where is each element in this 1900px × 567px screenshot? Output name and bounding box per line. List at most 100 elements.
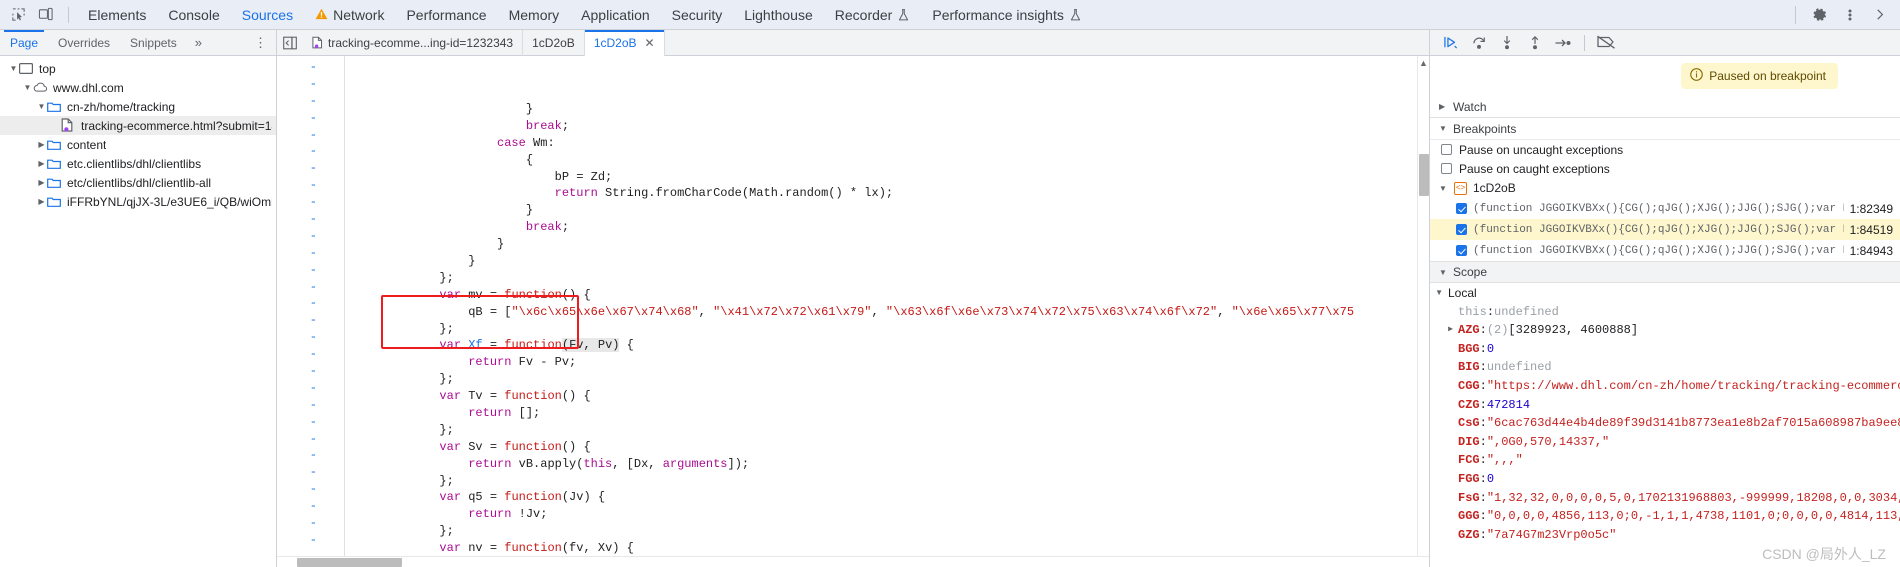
navigator-kebab-icon[interactable]: ⋮ [245, 35, 276, 51]
scope-variable-row[interactable]: FsG: "1,32,32,0,0,0,0,5,0,1702131968803,… [1430, 489, 1900, 508]
scope-variable-value[interactable]: 0 [1487, 340, 1494, 359]
editor-code-area[interactable]: } break; case Wm: { bP = Zd; return Stri… [345, 56, 1417, 556]
scrollbar-thumb[interactable] [1419, 154, 1429, 196]
code-line[interactable]: return Fv - Pv; [345, 354, 1417, 371]
code-line[interactable]: }; [345, 270, 1417, 287]
chevron-down-icon[interactable]: ▼ [1439, 124, 1448, 133]
tree-item-www-dhl-com[interactable]: ▼ www.dhl.com [0, 78, 276, 97]
chevron-down-icon[interactable]: ▼ [1439, 184, 1448, 193]
gutter-line-marker[interactable]: - [277, 194, 344, 211]
gutter-line-marker[interactable]: - [277, 397, 344, 414]
navigator-tab-page[interactable]: Page [0, 30, 48, 55]
scope-variable-value[interactable]: "0,0,0,0,4856,113,0;0,-1,1,1,4738,1101,0… [1487, 507, 1900, 526]
scope-variable-value[interactable]: ",0G0,570,14337," [1487, 433, 1609, 452]
breakpoints-section-header[interactable]: ▼ Breakpoints [1430, 118, 1900, 140]
tab-sources[interactable]: Sources [231, 0, 304, 29]
code-line[interactable]: return !Jv; [345, 506, 1417, 523]
tree-item-etc-clientlibs-dhl-clientlibs[interactable]: ▶ etc.clientlibs/dhl/clientlibs [0, 154, 276, 173]
twisty-icon[interactable]: ▼ [36, 102, 47, 111]
tab-performance[interactable]: Performance [395, 0, 497, 29]
scope-variable-row[interactable]: CZG: 472814 [1430, 396, 1900, 415]
code-line[interactable]: }; [345, 422, 1417, 439]
chevron-right-icon[interactable]: ▶ [1439, 102, 1448, 111]
scope-variable-row[interactable]: FCG: ",,," [1430, 451, 1900, 470]
gutter-line-marker[interactable]: - [277, 498, 344, 515]
scope-variable-value[interactable]: "https://www.dhl.com/cn-zh/home/tracking… [1487, 377, 1900, 396]
code-line[interactable]: bP = Zd; [345, 169, 1417, 186]
scope-variable-value[interactable]: 0 [1487, 470, 1494, 489]
close-devtools-icon[interactable] [1866, 2, 1894, 28]
tab-security[interactable]: Security [661, 0, 734, 29]
code-line[interactable]: { [345, 152, 1417, 169]
gutter-line-marker[interactable]: - [277, 76, 344, 93]
device-toolbar-icon[interactable] [32, 2, 60, 28]
code-line[interactable]: var Xf = function(Fv, Pv) { [345, 337, 1417, 354]
gutter-line-marker[interactable]: - [277, 211, 344, 228]
code-line[interactable]: } [345, 202, 1417, 219]
gutter-line-marker[interactable]: - [277, 481, 344, 498]
pause-caught-checkbox[interactable] [1441, 163, 1452, 174]
deactivate-breakpoints-button[interactable] [1593, 32, 1619, 54]
gutter-line-marker[interactable]: - [277, 532, 344, 549]
code-line[interactable]: return String.fromCharCode(Math.random()… [345, 185, 1417, 202]
resume-script-execution-button[interactable] [1438, 32, 1464, 54]
code-line[interactable]: break; [345, 118, 1417, 135]
source-tab-1cd2ob-2[interactable]: 1cD2oB ✕ [584, 29, 665, 56]
gutter-line-marker[interactable]: - [277, 515, 344, 532]
gutter-line-marker[interactable]: - [277, 110, 344, 127]
scope-section-header[interactable]: ▼ Scope [1430, 261, 1900, 283]
scope-variable-row[interactable]: this: undefined [1430, 303, 1900, 322]
settings-gear-icon[interactable] [1806, 2, 1834, 28]
gutter-line-marker[interactable]: - [277, 464, 344, 481]
tab-application[interactable]: Application [570, 0, 661, 29]
chevron-down-icon[interactable]: ▼ [1430, 284, 1448, 303]
scope-variable-row[interactable]: CsG: "6cac763d44e4b4de89f39d3141b8773ea1… [1430, 414, 1900, 433]
gutter-line-marker[interactable]: - [277, 160, 344, 177]
editor-horizontal-scrollbar[interactable] [277, 556, 1429, 567]
step-button[interactable] [1550, 32, 1576, 54]
scope-local-header[interactable]: ▼ Local [1430, 284, 1900, 303]
twisty-icon[interactable]: ▼ [22, 83, 33, 92]
watch-section-header[interactable]: ▶ Watch [1430, 96, 1900, 118]
gutter-line-marker[interactable]: - [277, 279, 344, 296]
code-line[interactable]: var mv = function() { [345, 287, 1417, 304]
scope-variable-row[interactable]: GGG: "0,0,0,0,4856,113,0;0,-1,1,1,4738,1… [1430, 507, 1900, 526]
code-line[interactable]: }; [345, 523, 1417, 540]
scope-variable-row[interactable]: GZG: "7a74G7m23Vrp0o5c" [1430, 526, 1900, 545]
scope-variable-value[interactable]: [3289923, 4600888] [1508, 321, 1638, 340]
breakpoint-checkbox[interactable] [1456, 224, 1467, 235]
pause-on-uncaught-exceptions-row[interactable]: Pause on uncaught exceptions [1430, 140, 1900, 159]
chevron-right-icon[interactable]: ▶ [1430, 321, 1458, 340]
gutter-line-marker[interactable]: - [277, 346, 344, 363]
scrollbar-thumb[interactable] [297, 558, 402, 567]
tree-item-content[interactable]: ▶ content [0, 135, 276, 154]
gutter-line-marker[interactable]: - [277, 245, 344, 262]
close-tab-icon[interactable]: ✕ [645, 36, 655, 50]
pause-on-caught-exceptions-row[interactable]: Pause on caught exceptions [1430, 159, 1900, 178]
tab-network[interactable]: Network [304, 0, 395, 29]
tab-elements[interactable]: Elements [77, 0, 157, 29]
code-line[interactable]: return []; [345, 405, 1417, 422]
twisty-icon[interactable]: ▶ [36, 159, 47, 168]
scope-variable-value[interactable]: 472814 [1487, 396, 1530, 415]
twisty-icon[interactable]: ▶ [36, 197, 47, 206]
code-line[interactable]: }; [345, 371, 1417, 388]
gutter-line-marker[interactable]: - [277, 447, 344, 464]
code-editor[interactable]: ------------------------------- } break;… [277, 56, 1429, 556]
breakpoint-checkbox[interactable] [1456, 245, 1467, 256]
scope-variable-row[interactable]: ▶ AZG: (2) [3289923, 4600888] [1430, 321, 1900, 340]
inspect-element-icon[interactable] [4, 2, 32, 28]
gutter-line-marker[interactable]: - [277, 329, 344, 346]
scope-variable-value[interactable]: "7a74G7m23Vrp0o5c" [1487, 526, 1617, 545]
code-line[interactable]: } [345, 236, 1417, 253]
tree-item-etc-clientlibs-dhl-clientlib-all[interactable]: ▶ etc/clientlibs/dhl/clientlib-all [0, 173, 276, 192]
code-line[interactable]: }; [345, 321, 1417, 338]
code-line[interactable]: var q5 = function(Jv) { [345, 489, 1417, 506]
code-line[interactable]: } [345, 101, 1417, 118]
code-line[interactable]: qB = ["\x6c\x65\x6e\x67\x74\x68", "\x41\… [345, 304, 1417, 321]
gutter-line-marker[interactable]: - [277, 549, 344, 556]
scope-variable-row[interactable]: CGG: "https://www.dhl.com/cn-zh/home/tra… [1430, 377, 1900, 396]
gutter-line-marker[interactable]: - [277, 228, 344, 245]
code-line[interactable]: var Tv = function() { [345, 388, 1417, 405]
scope-variable-value[interactable]: "6cac763d44e4b4de89f39d3141b8773ea1e8b2a… [1487, 414, 1900, 433]
